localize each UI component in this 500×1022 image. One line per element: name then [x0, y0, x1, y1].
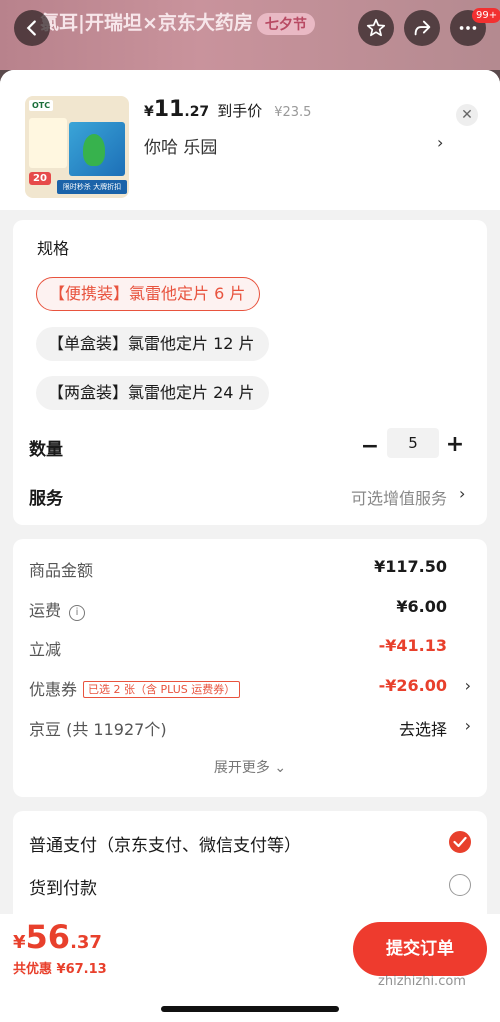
coupon-tag: 已选 2 张（含 PLUS 运费券）	[83, 681, 241, 698]
back-button[interactable]	[14, 10, 50, 46]
close-icon: ✕	[461, 107, 473, 123]
jingdou-row[interactable]: 京豆 (共 11927个) 去选择 ›	[29, 716, 471, 740]
promo-tag: 20	[29, 172, 51, 185]
coupon-label: 优惠券 已选 2 张（含 PLUS 运费券）	[29, 676, 241, 700]
notification-badge: 99+	[472, 8, 500, 23]
goods-amount-row: 商品金额 ¥117.50	[29, 557, 471, 581]
otc-label: OTC	[29, 100, 54, 111]
payment-option-label: 普通支付（京东支付、微信支付等）	[29, 836, 301, 856]
discount-label: 立减	[29, 640, 62, 659]
radio-checked-icon[interactable]	[449, 831, 471, 853]
info-icon[interactable]: i	[69, 605, 86, 621]
chevron-right-icon[interactable]: ›	[437, 133, 443, 152]
total-saved: 共优惠 ¥67.13	[13, 962, 107, 977]
close-button[interactable]: ✕	[456, 104, 478, 126]
price-label: 到手价	[217, 102, 263, 120]
coupon-row[interactable]: 优惠券 已选 2 张（含 PLUS 运费券） -¥26.00 ›	[29, 676, 471, 700]
banner-badge: 七夕节	[256, 13, 315, 35]
payment-option-label: 货到付款	[29, 879, 97, 899]
promo-strip: 限时秒杀 大牌折扣	[57, 180, 127, 194]
goods-amount-value: ¥117.50	[374, 557, 447, 576]
coupon-value: -¥26.00	[378, 676, 447, 695]
total-integer: 56	[25, 918, 71, 956]
price-decimal: .27	[184, 104, 210, 120]
product-thumbnail: OTC 20 限时秒杀 大牌折扣	[25, 96, 129, 198]
total-decimal: .37	[70, 932, 102, 953]
selected-variant[interactable]: 你哈 乐园	[144, 133, 217, 158]
chevron-left-icon	[26, 20, 36, 36]
quantity-decrease-button[interactable]: −	[359, 434, 381, 459]
chevron-right-icon: ›	[464, 676, 471, 695]
payment-option-cod[interactable]: 货到付款	[29, 874, 471, 900]
service-value[interactable]: 可选增值服务	[351, 485, 447, 509]
quantity-label: 数量	[29, 440, 63, 460]
total-currency: ¥	[13, 932, 26, 953]
spec-option-portable[interactable]: 【便携装】氯雷他定片 6 片	[36, 277, 261, 311]
chevron-right-icon: ›	[464, 716, 471, 735]
product-header: OTC 20 限时秒杀 大牌折扣	[0, 70, 500, 210]
bottom-action-bar: ¥ 56 .37 共优惠 ¥67.13 提交订单 zhizhizhi.com	[0, 914, 500, 1022]
order-sheet: OTC 20 限时秒杀 大牌折扣 ¥ 11 .27 到手价 ¥23.5 你哈 乐…	[0, 70, 500, 1022]
favorite-button[interactable]	[358, 10, 394, 46]
payment-option-online[interactable]: 普通支付（京东支付、微信支付等）	[29, 831, 471, 857]
radio-unchecked-icon[interactable]	[449, 874, 471, 896]
quantity-increase-button[interactable]: +	[444, 432, 466, 457]
discount-value: -¥41.13	[378, 636, 447, 655]
share-button[interactable]	[404, 10, 440, 46]
chevron-right-icon[interactable]: ›	[459, 484, 465, 503]
share-icon	[414, 20, 431, 36]
quantity-input[interactable]: 5	[387, 428, 439, 458]
discount-row: 立减 -¥41.13	[29, 636, 471, 660]
star-icon	[366, 18, 386, 37]
price-row: ¥ 11 .27 到手价 ¥23.5	[144, 97, 311, 122]
total-price: ¥ 56 .37	[13, 918, 102, 956]
price-integer: 11	[153, 97, 185, 122]
shipping-value: ¥6.00	[396, 597, 447, 616]
service-label: 服务	[29, 489, 63, 509]
spec-title: 规格	[37, 239, 70, 258]
thumb-panel	[29, 118, 67, 168]
original-price: ¥23.5	[274, 105, 312, 120]
price-currency: ¥	[144, 104, 154, 120]
home-indicator	[161, 1006, 339, 1012]
jingdou-label: 京豆 (共 11927个)	[29, 720, 167, 739]
amount-card: 商品金额 ¥117.50 运费 i ¥6.00 立减 -¥41.13 优惠券 已选 …	[13, 539, 487, 797]
shipping-label: 运费 i	[29, 597, 86, 621]
banner-title: 氯耳|开瑞坦×京东大药房 七夕节	[40, 8, 315, 35]
spec-option-single-box[interactable]: 【单盒装】氯雷他定片 12 片	[36, 327, 269, 361]
spec-option-two-box[interactable]: 【两盒装】氯雷他定片 24 片	[36, 376, 269, 410]
goods-amount-label: 商品金额	[29, 561, 94, 580]
watermark: zhizhizhi.com	[378, 974, 466, 989]
expand-more-button[interactable]: 展开更多 ⌄	[13, 757, 487, 777]
spec-card: 规格 【便携装】氯雷他定片 6 片 【单盒装】氯雷他定片 12 片 【两盒装】氯…	[13, 220, 487, 525]
jingdou-select[interactable]: 去选择	[399, 716, 447, 740]
leaf-graphic	[83, 134, 105, 166]
shipping-row: 运费 i ¥6.00	[29, 597, 471, 621]
submit-order-button[interactable]: 提交订单	[353, 922, 487, 976]
